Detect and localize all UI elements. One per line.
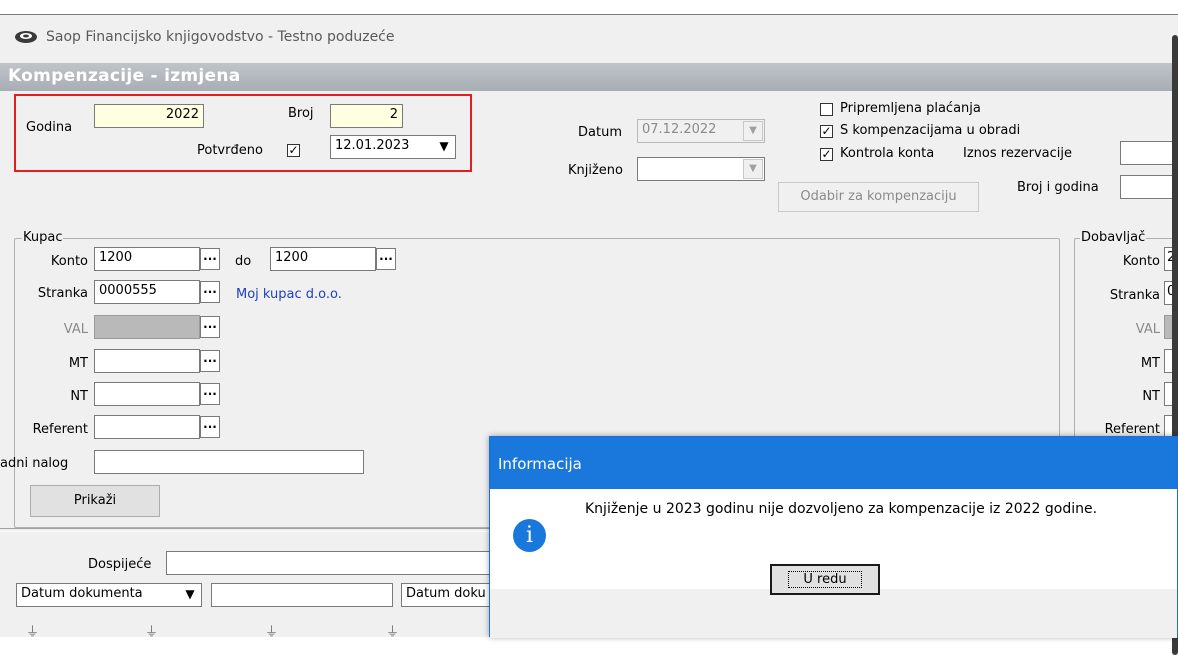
potvrdeno-label: Potvrđeno	[197, 143, 263, 158]
kontrola-checkbox[interactable]: ✓	[820, 148, 833, 161]
dialog-message: Knjiženje u 2023 godinu nije dozvoljeno …	[585, 501, 1098, 517]
kupac-nt-input[interactable]	[94, 382, 200, 406]
dobavljac-stranka-label: Stranka	[1109, 288, 1160, 303]
kupac-referent-label: Referent	[32, 422, 88, 437]
kupac-mt-lookup-button[interactable]: ...	[200, 350, 220, 372]
kupac-nt-label: NT	[70, 389, 88, 404]
prikazi-button[interactable]: Prikaži	[30, 485, 160, 517]
window-title: Saop Financijsko knjigovodstvo - Testno …	[46, 29, 395, 45]
filter-icon[interactable]: ⏚	[26, 621, 39, 640]
kupac-referent-lookup-button[interactable]: ...	[200, 416, 220, 438]
kupac-val-label: VAL	[63, 322, 88, 337]
dobavljac-konto-label: Konto	[1122, 254, 1160, 269]
kupac-konto-label: Konto	[50, 254, 88, 269]
filter-icon[interactable]: ⏚	[386, 621, 399, 640]
pripremljena-checkbox[interactable]	[820, 103, 833, 116]
sort-value-input[interactable]	[211, 583, 393, 607]
kupac-mt-label: MT	[68, 356, 88, 371]
iznos-rezervacije-label: Iznos rezervacije	[963, 146, 1073, 161]
kupac-stranka-label: Stranka	[37, 286, 88, 301]
kupac-stranka-lookup-button[interactable]: ...	[200, 281, 220, 303]
kupac-val-lookup-button[interactable]: ...	[200, 316, 220, 338]
info-dialog: Informacija i Knjiženje u 2023 godinu ni…	[489, 436, 1178, 638]
dobavljac-nt-label: NT	[1142, 389, 1160, 404]
ok-button-label: U redu	[788, 571, 862, 588]
info-icon: i	[513, 519, 546, 552]
sort-select-2[interactable]: Datum doku	[401, 583, 501, 607]
form-title: Kompenzacije - izmjena	[8, 66, 241, 86]
dialog-footer	[490, 589, 1177, 638]
iznos-rezervacije-input[interactable]	[1120, 141, 1178, 165]
kupac-nalog-input[interactable]	[94, 450, 364, 474]
broj-input[interactable]: 2	[330, 104, 403, 128]
knjizeno-label: Knjiženo	[568, 163, 624, 178]
kupac-group-label: Kupac	[22, 230, 64, 245]
potvrdeno-checkbox[interactable]: ✓	[287, 144, 300, 157]
godina-input[interactable]: 2022	[94, 104, 204, 128]
kupac-stranka-name: Moj kupac d.o.o.	[236, 287, 342, 302]
datum-dropdown-icon[interactable]: ▼	[743, 121, 763, 141]
kupac-referent-input[interactable]	[94, 415, 200, 439]
s-komp-checkbox[interactable]: ✓	[820, 125, 833, 138]
kupac-stranka-input[interactable]: 0000555	[94, 280, 200, 304]
dialog-title: Informacija	[498, 455, 582, 473]
dobavljac-val-label: VAL	[1135, 322, 1160, 337]
odabir-button[interactable]: Odabir za kompenzaciju	[778, 182, 979, 212]
dobavljac-referent-label: Referent	[1104, 422, 1160, 437]
dialog-title-bar: Informacija	[490, 437, 1177, 489]
form-header: Kompenzacije - izmjena	[0, 63, 1178, 91]
kupac-konto-from-lookup-button[interactable]: ...	[200, 248, 220, 270]
app-logo-icon	[15, 31, 37, 43]
kontrola-label: Kontrola konta	[840, 146, 935, 161]
kupac-nt-lookup-button[interactable]: ...	[200, 383, 220, 405]
dobavljac-mt-label: MT	[1140, 356, 1160, 371]
kupac-konto-from-input[interactable]: 1200	[94, 247, 200, 271]
kupac-konto-to-input[interactable]: 1200	[270, 247, 376, 271]
highlight-box	[14, 94, 472, 172]
datum-label: Datum	[578, 125, 622, 140]
kupac-nalog-label: adni nalog	[0, 456, 69, 471]
godina-label: Godina	[26, 120, 73, 135]
kupac-mt-input[interactable]	[94, 349, 200, 373]
dospijece-label: Dospijeće	[88, 557, 152, 572]
broj-label: Broj	[288, 106, 314, 121]
kupac-val-input[interactable]	[94, 315, 200, 339]
dospijece-input[interactable]	[166, 551, 506, 575]
broj-i-godina-input[interactable]	[1120, 175, 1178, 199]
filter-icon[interactable]: ⏚	[145, 621, 158, 640]
sort-select-chevron-icon[interactable]: ▼	[180, 585, 200, 605]
knjizeno-dropdown-icon[interactable]: ▼	[743, 159, 763, 179]
do-label: do	[235, 254, 252, 269]
ok-button[interactable]: U redu	[770, 564, 880, 595]
s-komp-label: S kompenzacijama u obradi	[840, 123, 1021, 138]
chevron-down-icon[interactable]: ▼	[434, 137, 454, 157]
kupac-konto-to-lookup-button[interactable]: ...	[376, 248, 396, 270]
title-bar: Saop Financijsko knjigovodstvo - Testno …	[0, 15, 1178, 63]
filter-icon[interactable]: ⏚	[265, 621, 278, 640]
dobavljac-group-label: Dobavljač	[1080, 230, 1147, 245]
broj-i-godina-label: Broj i godina	[1017, 180, 1099, 195]
sort-select[interactable]: Datum dokumenta	[16, 583, 202, 607]
pripremljena-label: Pripremljena plaćanja	[840, 101, 981, 116]
